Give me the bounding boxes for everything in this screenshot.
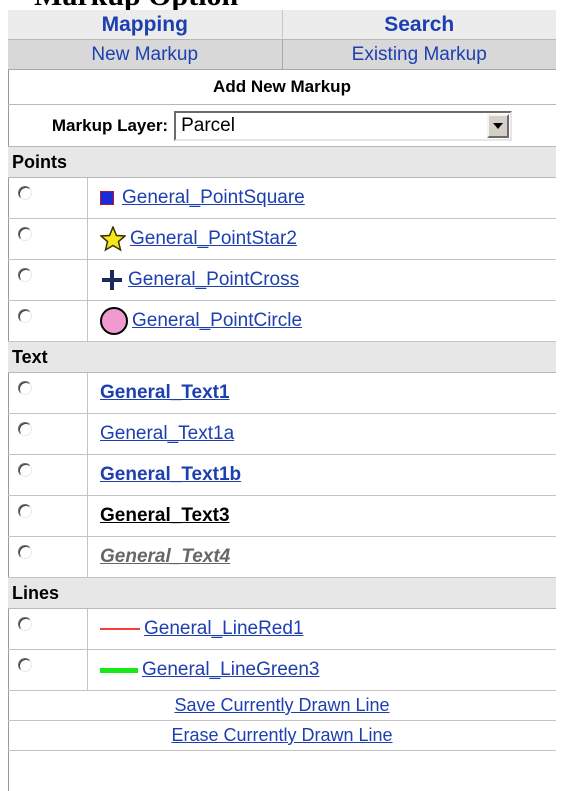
point-cross-link[interactable]: General_PointCross [128,269,299,291]
list-item: General_Text1a [8,414,556,455]
line-red-link[interactable]: General_LineRed1 [144,618,304,640]
markup-layer-row: Markup Layer: Parcel [8,105,556,147]
radio-text1a[interactable] [18,422,32,436]
tab-new-markup[interactable]: New Markup [8,40,282,69]
markup-panel: Mapping Search New Markup Existing Marku… [8,10,556,751]
sub-tabs: New Markup Existing Markup [8,40,556,70]
text4-link[interactable]: General_Text4 [100,546,230,568]
list-item: General_Text1b [8,455,556,496]
text3-link[interactable]: General_Text3 [100,505,230,527]
erase-line-link[interactable]: Erase Currently Drawn Line [171,725,392,746]
list-item: General_PointSquare [8,178,556,219]
text1a-link[interactable]: General_Text1a [100,423,234,445]
list-item: General_Text1 [8,373,556,414]
radio-point-cross[interactable] [18,268,32,282]
section-points: Points [8,147,556,178]
radio-text1[interactable] [18,381,32,395]
markup-layer-label: Markup Layer: [51,115,169,135]
list-item: General_Text3 [8,496,556,537]
radio-point-star[interactable] [18,227,32,241]
section-lines: Lines [8,578,556,609]
radio-text3[interactable] [18,504,32,518]
radio-point-circle[interactable] [18,309,32,323]
save-line-row: Save Currently Drawn Line [8,691,556,721]
list-item: General_PointCross [8,260,556,301]
markup-layer-value: Parcel [181,114,235,136]
section-text: Text [8,342,556,373]
panel-heading: Add New Markup [8,70,556,105]
text1b-link[interactable]: General_Text1b [100,464,241,486]
square-icon [100,191,114,205]
red-line-icon [100,628,140,630]
green-line-icon [100,667,138,673]
tab-search[interactable]: Search [281,10,557,39]
erase-line-row: Erase Currently Drawn Line [8,721,556,751]
list-item: General_Text4 [8,537,556,578]
list-item: General_LineGreen3 [8,650,556,691]
point-star-link[interactable]: General_PointStar2 [130,228,297,250]
radio-line-green[interactable] [18,658,32,672]
list-item: General_PointCircle [8,301,556,342]
cross-icon [102,270,122,290]
main-tabs: Mapping Search [8,10,556,40]
save-line-link[interactable]: Save Currently Drawn Line [174,695,389,716]
list-item: General_PointStar2 [8,219,556,260]
dropdown-arrow-icon[interactable] [487,113,510,138]
radio-text1b[interactable] [18,463,32,477]
point-circle-link[interactable]: General_PointCircle [132,310,302,332]
tab-mapping[interactable]: Mapping [8,10,282,39]
radio-line-red[interactable] [18,617,32,631]
markup-layer-select[interactable]: Parcel [174,110,513,141]
tab-existing-markup[interactable]: Existing Markup [281,40,557,69]
list-item: General_LineRed1 [8,609,556,650]
line-green-link[interactable]: General_LineGreen3 [142,659,319,681]
radio-point-square[interactable] [18,186,32,200]
point-square-link[interactable]: General_PointSquare [122,187,305,209]
star-icon [100,226,126,252]
text1-link[interactable]: General_Text1 [100,382,230,404]
radio-text4[interactable] [18,545,32,559]
circle-icon [100,307,128,335]
